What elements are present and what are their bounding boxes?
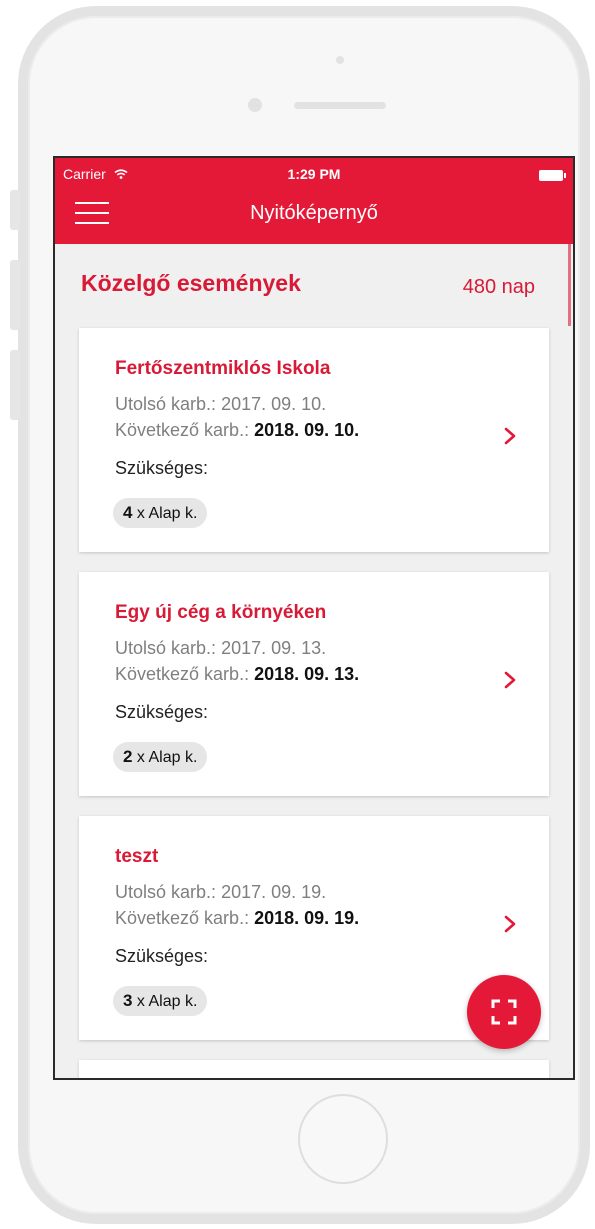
next-maintenance: Következő karb.: 2018. 09. 10.: [115, 420, 359, 441]
quantity-value: 4: [123, 503, 133, 522]
next-maintenance-date: 2018. 09. 10.: [254, 420, 360, 440]
scroll-indicator: [568, 244, 571, 326]
front-camera: [248, 98, 262, 112]
proximity-sensor: [336, 56, 344, 64]
next-maintenance-label: Következő karb.:: [115, 664, 250, 684]
chevron-right-icon[interactable]: [503, 914, 517, 934]
event-title: Fertőszentmiklós Iskola: [115, 358, 331, 379]
required-label: Szükséges:: [115, 458, 209, 478]
chevron-right-icon[interactable]: [503, 670, 517, 690]
quantity-label: x Alap k.: [136, 993, 198, 1010]
next-maintenance: Következő karb.: 2018. 09. 13.: [115, 664, 359, 685]
event-card[interactable]: [79, 1060, 549, 1078]
page-title: Nyitóképernyő: [250, 202, 378, 224]
section-header: Közelgő események 480 nap: [55, 244, 573, 326]
scan-frame-icon: [491, 999, 517, 1025]
app-screen: Carrier 1:29 PM Nyitóképernyő Közelgő es…: [53, 156, 575, 1080]
next-maintenance-date: 2018. 09. 13.: [254, 664, 360, 684]
quantity-value: 2: [123, 747, 133, 766]
days-count: 480 nap: [462, 276, 535, 298]
last-maintenance-label: Utolsó karb.:: [115, 882, 217, 902]
last-maintenance-date: 2017. 09. 19.: [221, 882, 327, 902]
quantity-label: x Alap k.: [136, 505, 198, 522]
chevron-right-icon[interactable]: [503, 426, 517, 446]
quantity-badge: 2 x Alap k.: [113, 742, 208, 772]
scan-button[interactable]: [467, 975, 541, 1049]
event-title: teszt: [115, 846, 159, 867]
section-title: Közelgő események: [81, 270, 301, 296]
battery-icon: [539, 170, 566, 181]
event-card[interactable]: Fertőszentmiklós Iskola Utolsó karb.: 20…: [79, 328, 549, 552]
last-maintenance: Utolsó karb.: 2017. 09. 10.: [115, 394, 326, 415]
quantity-badge: 3 x Alap k.: [113, 986, 208, 1016]
quantity-label: x Alap k.: [136, 749, 198, 766]
event-title: Egy új cég a környéken: [115, 602, 327, 623]
next-maintenance: Következő karb.: 2018. 09. 19.: [115, 908, 359, 929]
earpiece-speaker: [294, 102, 386, 109]
status-bar: Carrier 1:29 PM: [55, 164, 573, 184]
home-button[interactable]: [298, 1094, 388, 1184]
quantity-badge: 4 x Alap k.: [113, 498, 208, 528]
volume-up-button: [10, 260, 20, 330]
mute-switch: [10, 190, 20, 230]
navigation-bar: Carrier 1:29 PM Nyitóképernyő: [55, 158, 573, 244]
next-maintenance-date: 2018. 09. 19.: [254, 908, 360, 928]
next-maintenance-label: Következő karb.:: [115, 908, 250, 928]
required-label: Szükséges:: [115, 946, 209, 966]
last-maintenance: Utolsó karb.: 2017. 09. 13.: [115, 638, 326, 659]
last-maintenance-date: 2017. 09. 10.: [221, 394, 327, 414]
last-maintenance-label: Utolsó karb.:: [115, 394, 217, 414]
quantity-value: 3: [123, 991, 133, 1010]
last-maintenance-label: Utolsó karb.:: [115, 638, 217, 658]
event-card[interactable]: Egy új cég a környéken Utolsó karb.: 201…: [79, 572, 549, 796]
status-time: 1:29 PM: [287, 166, 341, 182]
next-maintenance-label: Következő karb.:: [115, 420, 250, 440]
required-label: Szükséges:: [115, 702, 209, 722]
volume-down-button: [10, 350, 20, 420]
last-maintenance-date: 2017. 09. 13.: [221, 638, 327, 658]
last-maintenance: Utolsó karb.: 2017. 09. 19.: [115, 882, 326, 903]
